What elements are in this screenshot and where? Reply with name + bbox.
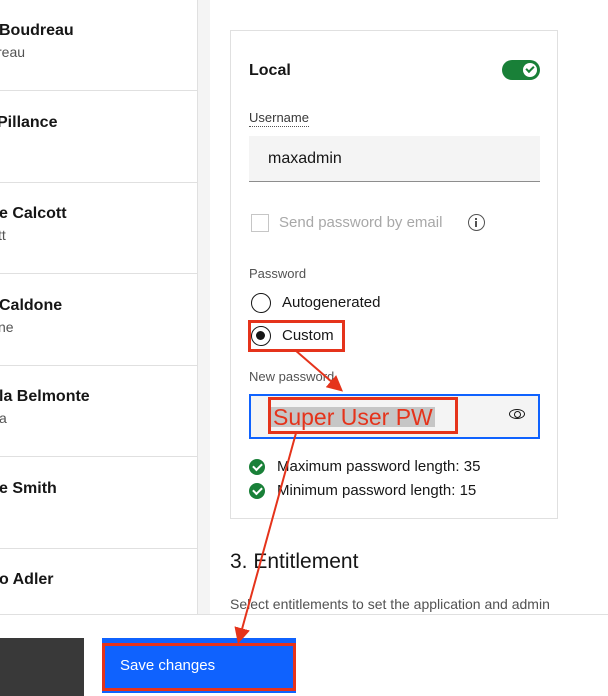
new-password-field[interactable]: Super User PW: [249, 394, 540, 439]
user-name: e Calcott: [0, 205, 67, 222]
user-name: o Adler: [0, 571, 54, 588]
toggle-knob: [523, 63, 537, 77]
user-list-item[interactable]: Pillance: [0, 92, 197, 183]
rule-text: Maximum password length: 35: [277, 458, 481, 475]
user-list-item[interactable]: e Smith: [0, 458, 197, 549]
user-name: Caldone: [0, 297, 63, 314]
password-label: Password: [249, 266, 307, 281]
user-list-item[interactable]: la Belmonte a: [0, 366, 197, 457]
new-password-value[interactable]: Super User PW: [271, 406, 435, 429]
cancel-button[interactable]: el: [0, 638, 84, 696]
info-icon[interactable]: [468, 214, 485, 231]
user-subtitle: ne: [0, 319, 14, 335]
send-email-label: Send password by email: [279, 214, 443, 231]
radio-button[interactable]: [251, 326, 271, 346]
user-list-item[interactable]: o Adler: [0, 549, 197, 614]
username-label: Username: [249, 110, 309, 127]
send-email-checkbox[interactable]: [251, 214, 269, 232]
eye-icon[interactable]: [509, 409, 525, 419]
save-changes-button[interactable]: Save changes: [102, 638, 296, 693]
user-subtitle: tt: [0, 227, 6, 243]
radio-label: Autogenerated: [282, 294, 381, 311]
entitlement-description: Select entitlements to set the applicati…: [230, 596, 550, 612]
username-input[interactable]: [249, 136, 540, 181]
user-subtitle: a: [0, 410, 7, 426]
user-name: la Belmonte: [0, 388, 90, 405]
user-name: Pillance: [0, 114, 58, 131]
user-name: Boudreau: [0, 22, 74, 39]
check-circle-icon: [249, 483, 265, 499]
local-toggle[interactable]: [502, 60, 540, 80]
action-footer: el Save changes: [0, 614, 608, 696]
user-name: e Smith: [0, 480, 57, 497]
local-auth-card: Local Username Send password by email Pa…: [230, 30, 558, 519]
user-list-item[interactable]: e Calcott tt: [0, 183, 197, 274]
rule-text: Minimum password length: 15: [277, 482, 477, 499]
new-password-label: New password: [249, 369, 335, 384]
card-title: Local: [249, 62, 291, 79]
panel-divider: [198, 0, 210, 614]
user-list: Boudreau reau Pillance e Calcott tt Cald…: [0, 0, 198, 614]
radio-label: Custom: [282, 327, 334, 344]
username-field[interactable]: [249, 136, 540, 182]
user-list-item[interactable]: Boudreau reau: [0, 0, 197, 91]
entitlement-heading: 3. Entitlement: [230, 550, 359, 573]
checkmark-icon: [525, 63, 535, 74]
user-subtitle: reau: [0, 44, 26, 60]
radio-button[interactable]: [251, 293, 271, 313]
user-list-item[interactable]: Caldone ne: [0, 275, 197, 366]
check-circle-icon: [249, 459, 265, 475]
